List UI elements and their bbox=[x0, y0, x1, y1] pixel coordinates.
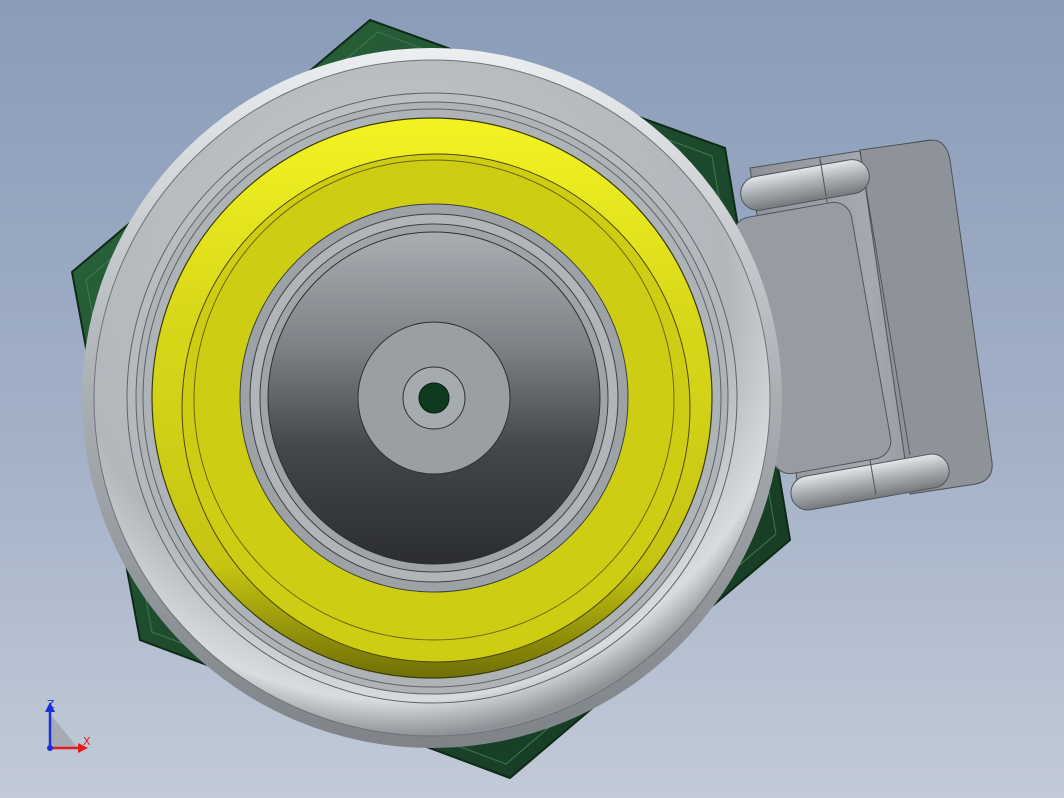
3d-model-view[interactable] bbox=[0, 0, 1064, 798]
axle-hole[interactable] bbox=[418, 382, 450, 414]
z-axis-label: Z bbox=[47, 698, 55, 711]
graphics-viewport[interactable]: Z X bbox=[0, 0, 1064, 798]
x-axis-label: X bbox=[83, 735, 91, 748]
